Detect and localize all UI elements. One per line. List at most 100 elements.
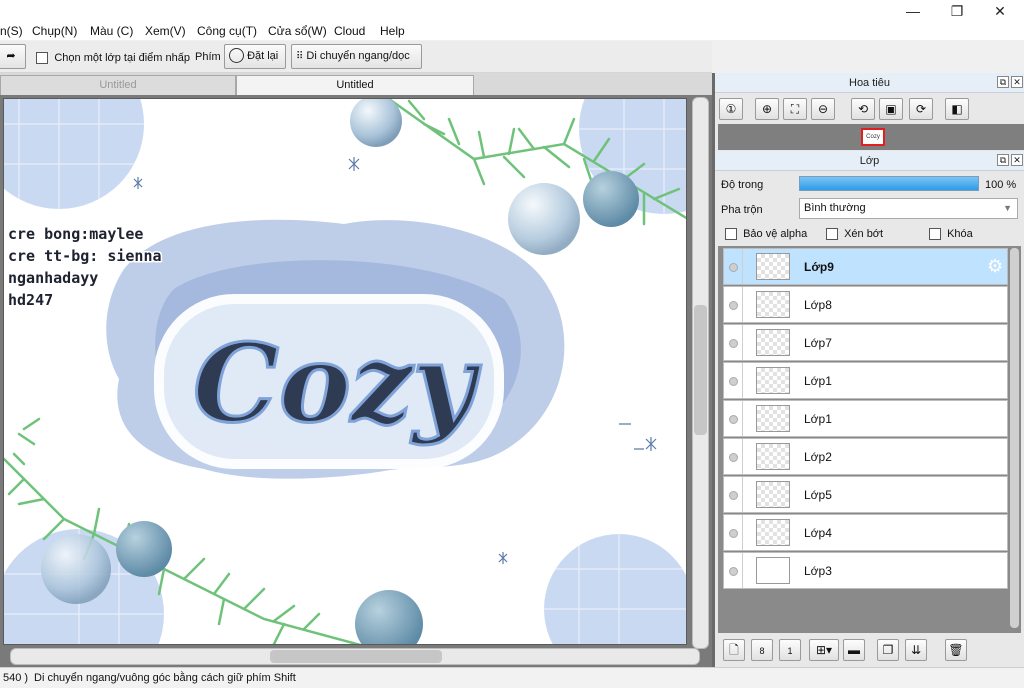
layer-name: Lớp4 [804,526,832,540]
menu-window[interactable]: Cửa sổ(W) [268,24,327,38]
layers-title: Lớp [859,155,880,167]
visibility-toggle[interactable] [729,453,738,462]
layer-row[interactable]: Lớp1 [723,362,1008,399]
new-folder-button[interactable]: ▬ [843,639,865,661]
fit-icon: ⛶ [790,102,800,116]
clip-checkbox[interactable] [826,228,838,241]
menu-cloud[interactable]: Cloud [334,24,365,38]
new-page-icon: 🗋 [729,643,739,657]
layer-name: Lớp8 [804,298,832,312]
navigator-close-icon[interactable]: ✕ [1011,76,1023,88]
merge-layer-button[interactable]: ⇊ [905,639,927,661]
blend-mode-select[interactable]: Bình thường ▼ [799,198,1018,219]
protect-alpha-checkbox[interactable] [725,228,737,241]
navigator-popout-icon[interactable]: ⧉ [997,76,1009,88]
layer-row[interactable]: Lớp9 ⚙ [723,248,1008,285]
trash-icon: 🗑 [948,643,964,657]
tab-untitled-1[interactable]: Untitled [0,75,236,95]
close-button[interactable]: ✕ [985,2,1015,20]
layers-popout-icon[interactable]: ⧉ [997,154,1009,166]
visibility-toggle[interactable] [729,491,738,500]
gear-icon[interactable]: ⚙ [987,256,1003,277]
layer-thumbnail [756,253,790,280]
layer-list-scrollbar[interactable] [1010,248,1019,628]
layer-row[interactable]: Lớp4 [723,514,1008,551]
menu-bar: n(S) Chụp(N) Màu (C) Xem(V) Công cụ(T) C… [0,0,1024,40]
visibility-toggle[interactable] [729,263,738,272]
lock-checkbox[interactable] [929,228,941,241]
maximize-button[interactable]: ❐ [942,2,972,20]
layer-row[interactable]: Lớp1 [723,400,1008,437]
visibility-toggle[interactable] [729,567,738,576]
menu-color[interactable]: Màu (C) [90,24,133,38]
rotate-left-button[interactable]: ⟲ [851,98,875,120]
menu-select[interactable]: n(S) [0,24,23,38]
menu-tools[interactable]: Công cụ(T) [197,24,257,38]
minimize-button[interactable]: — [898,2,928,20]
layer-thumbnail [756,329,790,356]
layer-row[interactable]: Lớp2 [723,438,1008,475]
reset-button[interactable]: Đặt lại [224,44,286,69]
visibility-toggle[interactable] [729,301,738,310]
lock-option[interactable]: Khóa [929,228,973,241]
add-layer-icon: ⊞▾ [815,643,833,657]
horizontal-scroll-thumb[interactable] [270,650,442,663]
fit-button[interactable]: ⛶ [783,98,807,120]
delete-layer-button[interactable]: 🗑 [945,639,967,661]
add-layer-menu-button[interactable]: ⊞▾ [809,639,839,661]
zoom-out-button[interactable]: ⊖ [811,98,835,120]
select-layer-option[interactable]: Chọn một lớp tại điểm nhấp [36,50,190,64]
tab-untitled-2[interactable]: Untitled [236,75,474,95]
menu-help[interactable]: Help [380,24,405,38]
rotate-right-button[interactable]: ⟳ [909,98,933,120]
layer-1-icon: 1 [787,646,793,656]
navigator-header: Hoa tiêu ⧉ ✕ [715,73,1024,93]
layer-row[interactable]: Lớp5 [723,476,1008,513]
visibility-toggle[interactable] [729,339,738,348]
move-button[interactable]: ⠿ Di chuyển ngang/dọc [291,44,422,69]
navigator-thumbnail[interactable]: Cozy [861,128,885,146]
title-text: Cozy [193,321,481,447]
visibility-toggle[interactable] [729,529,738,538]
opacity-slider[interactable] [799,176,979,191]
visibility-toggle[interactable] [729,377,738,386]
protect-alpha-option[interactable]: Bảo vệ alpha [725,228,807,241]
layer-thumbnail [756,557,790,584]
drawing-canvas[interactable]: Cozy cre bong:maylee cre tt-bg: sienna n… [3,98,687,645]
clip-label: Xén bớt [844,228,884,240]
rotate-right-icon: ⟳ [915,102,927,116]
layer-thumbnail [756,481,790,508]
redo-button[interactable]: ➦ [0,44,26,69]
layer-row[interactable]: Lớp3 [723,552,1008,589]
layer-thumbnail [756,519,790,546]
flip-icon: ◧ [951,102,963,116]
new-layer-8bit-button[interactable]: 8 [751,639,773,661]
reset-label: Đặt lại [247,50,279,62]
vertical-scroll-thumb[interactable] [694,305,707,435]
select-layer-checkbox[interactable] [36,51,48,64]
new-layer-button[interactable]: 🗋 [723,639,745,661]
layers-close-icon[interactable]: ✕ [1011,154,1023,166]
fit-screen-button[interactable]: ▣ [879,98,903,120]
opacity-fill [800,177,978,190]
credit-line-2: cre tt-bg: sienna [8,247,162,265]
document-tabs: Untitled Untitled [0,73,712,95]
layer-row[interactable]: Lớp7 [723,324,1008,361]
credit-line-3: nganhadayy [8,269,98,287]
layer-row[interactable]: Lớp8 [723,286,1008,323]
toolbar: ➦ Chọn một lớp tại điểm nhấp Phím Đặt lạ… [0,41,712,73]
rotate-left-icon: ⟲ [857,102,869,116]
layer-name: Lớp2 [804,450,832,464]
clip-option[interactable]: Xén bớt [826,228,884,241]
menu-capture[interactable]: Chụp(N) [32,24,77,38]
layer-thumbnail [756,405,790,432]
flip-button[interactable]: ◧ [945,98,969,120]
zoom-in-button[interactable]: ⊕ [755,98,779,120]
zoom-actual-icon: ① [725,102,737,116]
visibility-toggle[interactable] [729,415,738,424]
new-layer-1bit-button[interactable]: 1 [779,639,801,661]
duplicate-layer-button[interactable]: ❐ [877,639,899,661]
menu-view[interactable]: Xem(V) [145,24,186,38]
zoom-actual-button[interactable]: ① [719,98,743,120]
navigator-title: Hoa tiêu [849,77,890,89]
